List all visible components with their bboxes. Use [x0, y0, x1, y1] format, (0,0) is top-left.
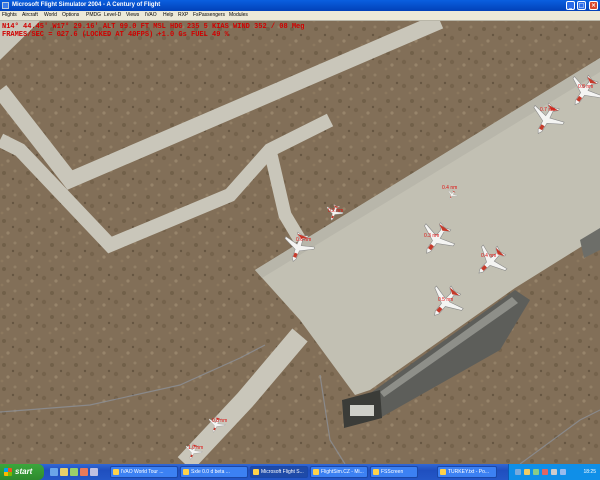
ai-label-taxi-2: 1.0 nm — [188, 445, 204, 451]
taskbar: start IVAO World Tour ... Sxle 0.0 d bet… — [0, 464, 600, 480]
menu-views[interactable]: Views — [126, 11, 139, 20]
window-icon — [313, 469, 319, 475]
window-icon — [440, 469, 446, 475]
window-icon — [183, 469, 189, 475]
ai-label-right: 0.4 nm — [481, 253, 497, 259]
menu-world[interactable]: World — [44, 11, 57, 20]
window-icon — [373, 469, 379, 475]
ai-label-far: 0.4 nm — [442, 185, 458, 191]
taskbar-item-flightsim-cz[interactable]: FlightSim.CZ - Mi... — [310, 466, 368, 478]
taskbar-item-fsscreen[interactable]: FSScreen — [370, 466, 418, 478]
quicklaunch-media-icon[interactable] — [80, 468, 88, 476]
menu-aircraft[interactable]: Aircraft — [22, 11, 38, 20]
quicklaunch-app-icon[interactable] — [70, 468, 78, 476]
start-button[interactable]: start — [0, 464, 44, 480]
hud-fps-line: FRAMES/SEC = 027.6 (LOCKED AT 40FPS) +1.… — [2, 31, 229, 39]
minimize-button[interactable]: _ — [566, 1, 575, 10]
app-icon[interactable] — [2, 2, 9, 9]
tray-status-icon[interactable] — [533, 469, 539, 475]
taskbar-item-ivao[interactable]: IVAO World Tour ... — [110, 466, 178, 478]
menu-level-d[interactable]: Level-D — [104, 11, 121, 20]
taskbar-item-flight-sim[interactable]: Microsoft Flight S... — [250, 466, 308, 478]
menu-modules[interactable]: Modules — [229, 11, 248, 20]
windows-logo-icon — [4, 468, 12, 476]
quicklaunch-desktop-icon[interactable] — [90, 468, 98, 476]
tray-alert-icon[interactable] — [542, 469, 548, 475]
quicklaunch-folder-icon[interactable] — [60, 468, 68, 476]
system-tray: 18:25 — [508, 464, 600, 480]
taskbar-item-turkey-txt[interactable]: TURKEY.txt - Po... — [437, 466, 497, 478]
ai-label-lower: 0.5 nm — [438, 297, 454, 303]
menu-options[interactable]: Options — [62, 11, 79, 20]
tray-volume-icon[interactable] — [551, 469, 557, 475]
hud-position-line: N14° 44.45' W17° 29.16' ALT 99.0 FT MSL … — [2, 23, 305, 31]
simulator-viewport[interactable]: N14° 44.45' W17° 29.16' ALT 99.0 FT MSL … — [0, 21, 600, 464]
menu-rxp[interactable]: RXP — [178, 11, 188, 20]
ai-label-user: 0.6 nm — [296, 237, 312, 243]
tray-app-icon[interactable] — [524, 469, 530, 475]
maximize-button[interactable]: □ — [577, 1, 586, 10]
start-label: start — [15, 467, 33, 476]
tray-messenger-icon[interactable] — [560, 469, 566, 475]
window-title: Microsoft Flight Simulator 2004 - A Cent… — [12, 2, 161, 8]
close-button[interactable]: × — [589, 1, 598, 10]
menu-pmdg[interactable]: PMDG — [86, 11, 101, 20]
ai-label-center: 0.3 nm — [424, 233, 440, 239]
window-icon — [253, 469, 259, 475]
menu-flights[interactable]: Flights — [2, 11, 17, 20]
menu-help[interactable]: Help — [163, 11, 173, 20]
ai-label-taxi-1: 0.8 nm — [212, 418, 228, 424]
ai-label-top-right: 0.7 nm — [540, 107, 556, 113]
clock[interactable]: 18:25 — [583, 464, 596, 480]
title-bar: Microsoft Flight Simulator 2004 - A Cent… — [0, 0, 600, 11]
menu-fspassengers[interactable]: FsPassengers — [193, 11, 225, 20]
window-icon — [113, 469, 119, 475]
tray-network-icon[interactable] — [515, 469, 521, 475]
ai-label-upper-right: 0.8 nm — [578, 84, 594, 90]
ai-label-gate: 0.2 nm — [328, 208, 344, 214]
quicklaunch-browser-icon[interactable] — [50, 468, 58, 476]
menu-bar: Flights Aircraft World Options PMDG Leve… — [0, 11, 600, 21]
menu-ivao[interactable]: IVAO — [145, 11, 157, 20]
taskbar-item-sxle[interactable]: Sxle 0.0 d beta ... — [180, 466, 248, 478]
